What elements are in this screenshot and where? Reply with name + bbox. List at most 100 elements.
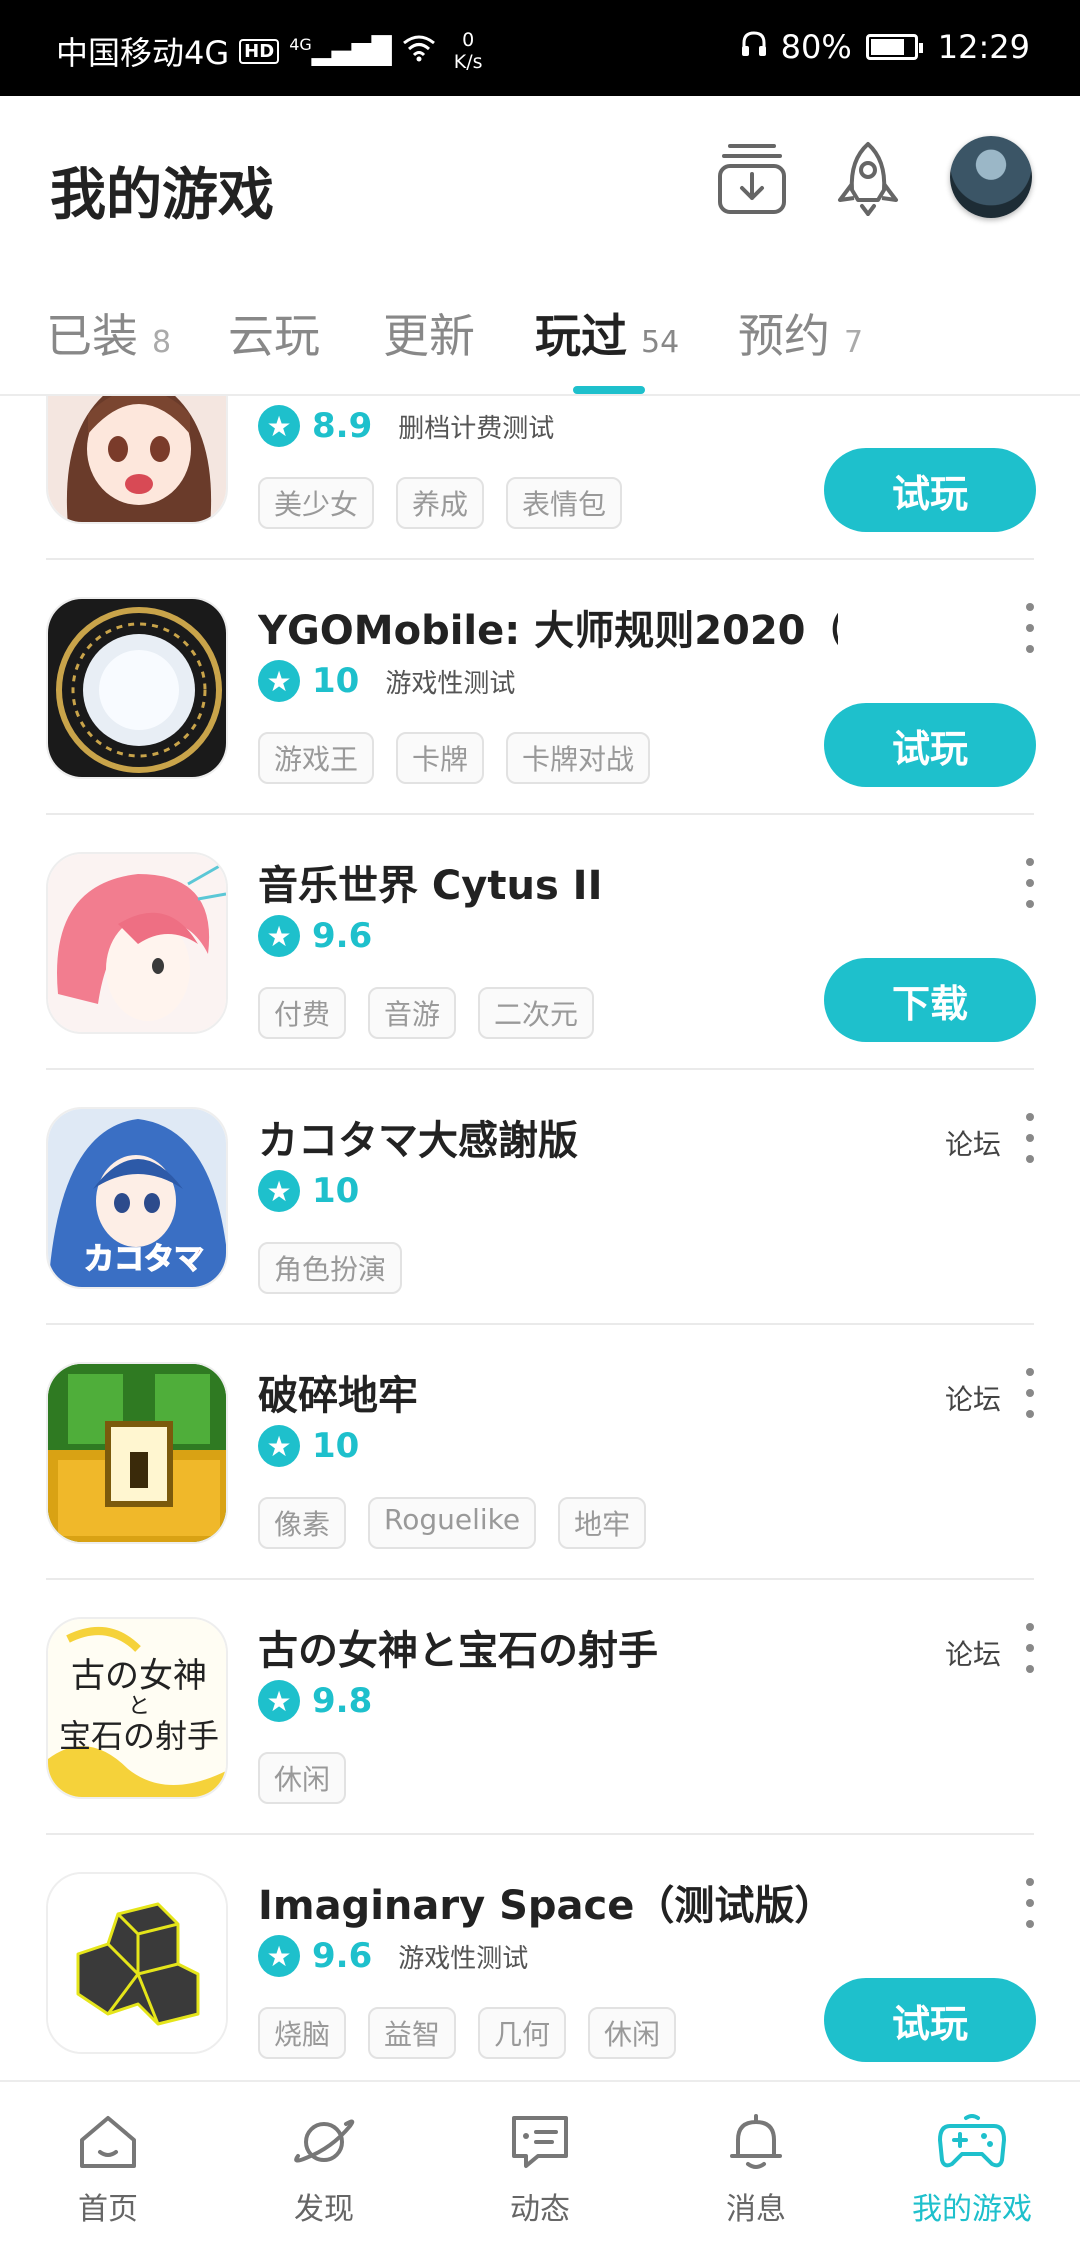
tab-cloud-play[interactable]: 云玩: [228, 300, 320, 366]
tag[interactable]: 像素: [258, 1497, 347, 1549]
tag[interactable]: 休闲: [588, 2007, 677, 2059]
forum-link[interactable]: 论坛: [945, 1633, 1001, 1673]
star-icon: ★: [258, 660, 300, 702]
nav-feed[interactable]: 动态: [440, 2112, 640, 2228]
try-play-button[interactable]: 试玩: [824, 703, 1036, 787]
star-icon: ★: [258, 1170, 300, 1212]
try-play-button[interactable]: 试玩: [824, 448, 1036, 532]
game-list-item[interactable]: Imaginary Space（测试版） ★ 9.6 游戏性测试 烧脑 益智 几…: [0, 1835, 1080, 2080]
test-status: 游戏性测试: [385, 668, 516, 699]
game-icon-anime-girl[interactable]: [46, 396, 228, 524]
game-icon-cytus[interactable]: [46, 852, 228, 1034]
signal-icon: 4G▂▄▆█: [289, 35, 392, 67]
game-name[interactable]: YGOMobile: 大师规则2020（…: [258, 598, 838, 656]
rating-row: ★ 9.8: [258, 1680, 386, 1722]
tag[interactable]: 益智: [368, 2007, 457, 2059]
game-score: 10: [312, 661, 360, 701]
download-manager-icon[interactable]: [716, 140, 788, 216]
game-score: 10: [312, 1426, 360, 1466]
game-list[interactable]: ★ 8.9 删档计费测试 美少女 养成 表情包 试玩 YGOMobile: 大师…: [0, 396, 1080, 2080]
tab-label: 云玩: [228, 309, 320, 363]
game-name[interactable]: Imaginary Space（测试版）: [258, 1873, 834, 1931]
nav-home[interactable]: 首页: [8, 2112, 208, 2228]
tag[interactable]: 二次元: [478, 987, 595, 1039]
try-play-button[interactable]: 试玩: [824, 1978, 1036, 2062]
tab-label: 已装: [46, 309, 138, 363]
tag[interactable]: 卡牌对战: [506, 732, 651, 784]
game-list-item[interactable]: YGOMobile: 大师规则2020（… ★ 10 游戏性测试 游戏王 卡牌 …: [0, 560, 1080, 815]
tag-list: 角色扮演: [258, 1242, 403, 1294]
nav-messages[interactable]: 消息: [656, 2112, 856, 2228]
game-score: 9.6: [312, 1936, 373, 1976]
tag[interactable]: 角色扮演: [258, 1242, 403, 1294]
game-name[interactable]: カコタマ大感謝版: [258, 1108, 578, 1166]
tab-count: 54: [641, 325, 680, 360]
icon-text-line2: と: [128, 1694, 150, 1719]
game-list-item[interactable]: 破碎地牢 论坛 ★ 10 像素 Roguelike 地牢: [0, 1325, 1080, 1580]
tag[interactable]: 养成: [396, 477, 485, 529]
net-speed-value: 0: [462, 29, 475, 51]
tag[interactable]: Roguelike: [368, 1497, 537, 1549]
tag[interactable]: 几何: [478, 2007, 567, 2059]
status-right: 80% 12:29: [741, 28, 1030, 66]
tag[interactable]: 美少女: [258, 477, 375, 529]
tab-updates[interactable]: 更新: [383, 300, 475, 366]
tab-count: 7: [844, 325, 864, 360]
more-options-icon[interactable]: [1020, 1878, 1040, 1928]
tag[interactable]: 烧脑: [258, 2007, 347, 2059]
nav-discover[interactable]: 发现: [224, 2112, 424, 2228]
status-bar: 中国移动4G HD 4G▂▄▆█ 0 K/s 80% 12:29: [0, 0, 1080, 96]
tag[interactable]: 游戏王: [258, 732, 375, 784]
game-name[interactable]: 古の女神と宝石の射手: [258, 1618, 658, 1676]
star-icon: ★: [258, 1680, 300, 1722]
game-list-item[interactable]: カコタマ カコタマ大感謝版 论坛 ★ 10 角色扮演: [0, 1070, 1080, 1325]
rating-row: ★ 10 游戏性测试: [258, 660, 515, 702]
game-score: 9.6: [312, 916, 373, 956]
battery-icon: [865, 34, 923, 60]
tag[interactable]: 付费: [258, 987, 347, 1039]
forum-link[interactable]: 论坛: [945, 1378, 1001, 1418]
tag[interactable]: 表情包: [506, 477, 623, 529]
tag[interactable]: 地牢: [558, 1497, 647, 1549]
game-icon-goddess[interactable]: 古の女神 と 宝石の射手: [46, 1617, 228, 1799]
star-icon: ★: [258, 1425, 300, 1467]
game-icon-pixel-dungeon[interactable]: [46, 1362, 228, 1544]
tag[interactable]: 休闲: [258, 1752, 347, 1804]
star-icon: ★: [258, 405, 300, 447]
user-avatar[interactable]: [950, 136, 1032, 218]
more-options-icon[interactable]: [1020, 1113, 1040, 1163]
nav-label: 消息: [726, 2192, 786, 2227]
hd-badge: HD: [239, 38, 280, 64]
tag[interactable]: 音游: [368, 987, 457, 1039]
game-icon-ygomobile[interactable]: [46, 597, 228, 779]
game-icon-imaginary-space[interactable]: [46, 1872, 228, 2054]
tab-reserved[interactable]: 预约 7: [738, 300, 863, 366]
tag-list: 像素 Roguelike 地牢: [258, 1497, 647, 1549]
tab-played[interactable]: 玩过 54: [535, 300, 679, 366]
icon-text-line3: 宝石の射手: [59, 1717, 219, 1755]
game-name[interactable]: 破碎地牢: [258, 1363, 418, 1421]
bottom-navigation: 首页 发现 动态 消息 我的游戏: [0, 2080, 1080, 2244]
more-options-icon[interactable]: [1020, 1368, 1040, 1418]
nav-label: 动态: [510, 2192, 570, 2227]
rating-row: ★ 9.6 游戏性测试: [258, 1935, 528, 1977]
game-score: 10: [312, 1171, 360, 1211]
nav-my-games[interactable]: 我的游戏: [872, 2112, 1072, 2228]
forum-link[interactable]: 论坛: [945, 1123, 1001, 1163]
clock: 12:29: [937, 28, 1030, 66]
game-icon-kakotama[interactable]: カコタマ: [46, 1107, 228, 1289]
more-options-icon[interactable]: [1020, 1623, 1040, 1673]
battery-percent: 80%: [780, 28, 852, 66]
game-list-item[interactable]: 音乐世界 Cytus II ★ 9.6 付费 音游 二次元 下载: [0, 815, 1080, 1070]
more-options-icon[interactable]: [1020, 858, 1040, 908]
wifi-icon: [402, 32, 436, 70]
more-options-icon[interactable]: [1020, 603, 1040, 653]
tab-installed[interactable]: 已装 8: [46, 300, 171, 366]
game-list-item[interactable]: ★ 8.9 删档计费测试 美少女 养成 表情包 试玩: [0, 396, 1080, 560]
download-button[interactable]: 下载: [824, 958, 1036, 1042]
game-name[interactable]: 音乐世界 Cytus II: [258, 853, 602, 911]
chat-icon: [512, 2116, 568, 2168]
game-list-item[interactable]: 古の女神 と 宝石の射手 古の女神と宝石の射手 论坛 ★ 9.8 休闲: [0, 1580, 1080, 1835]
tag[interactable]: 卡牌: [396, 732, 485, 784]
rocket-icon[interactable]: [832, 140, 904, 218]
